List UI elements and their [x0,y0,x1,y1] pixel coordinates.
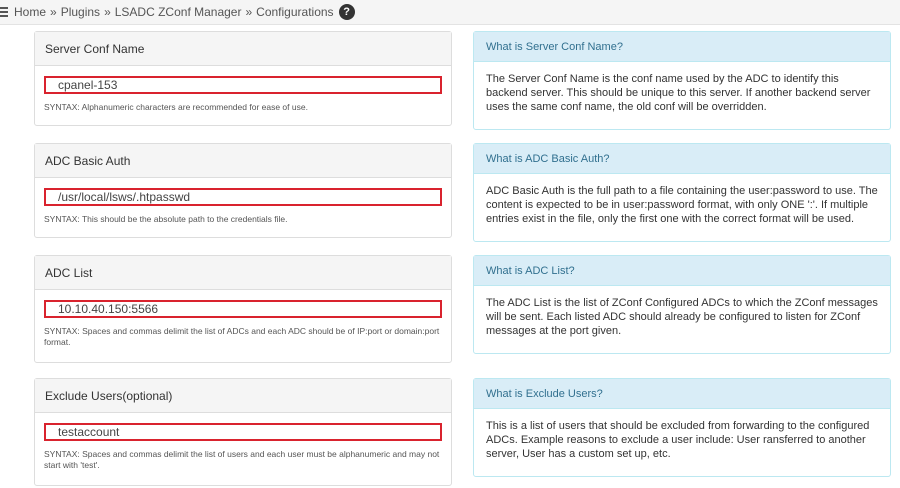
breadcrumb: Home » Plugins » LSADC ZConf Manager » C… [0,0,900,25]
breadcrumb-lsadc-zconf-manager[interactable]: LSADC ZConf Manager [115,5,242,19]
server-conf-name-panel: Server Conf Name cpanel-153 SYNTAX: Alph… [34,31,452,126]
adc-basic-auth-syntax: SYNTAX: This should be the absolute path… [44,214,288,224]
exclude-users-input[interactable]: testaccount [44,423,442,441]
exclude-users-panel: Exclude Users(optional) testaccount SYNT… [34,378,452,486]
breadcrumb-separator: » [50,5,57,19]
breadcrumb-plugins[interactable]: Plugins [61,5,100,19]
adc-list-help-panel: What is ADC List? The ADC List is the li… [473,255,891,354]
exclude-users-help-title: What is Exclude Users? [474,379,890,409]
server-conf-name-input[interactable]: cpanel-153 [44,76,442,94]
adc-basic-auth-input[interactable]: /usr/local/lsws/.htpasswd [44,188,442,206]
adc-basic-auth-label: ADC Basic Auth [35,144,451,178]
server-conf-name-syntax: SYNTAX: Alphanumeric characters are reco… [44,102,308,112]
exclude-users-label: Exclude Users(optional) [35,379,451,413]
adc-list-input[interactable]: 10.10.40.150:5566 [44,300,442,318]
adc-list-syntax: SYNTAX: Spaces and commas delimit the li… [44,326,440,347]
adc-basic-auth-help-title: What is ADC Basic Auth? [474,144,890,174]
breadcrumb-separator: » [245,5,253,19]
breadcrumb-home[interactable]: Home [14,5,46,19]
hamburger-menu-icon[interactable] [0,7,8,17]
exclude-users-syntax: SYNTAX: Spaces and commas delimit the li… [44,449,440,470]
adc-basic-auth-help-text: ADC Basic Auth is the full path to a fil… [486,185,878,225]
adc-list-panel: ADC List 10.10.40.150:5566 SYNTAX: Space… [34,255,452,363]
server-conf-name-help-panel: What is Server Conf Name? The Server Con… [473,31,891,130]
adc-basic-auth-help-panel: What is ADC Basic Auth? ADC Basic Auth i… [473,143,891,242]
breadcrumb-separator: » [104,5,111,19]
server-conf-name-help-text: The Server Conf Name is the conf name us… [486,73,871,113]
exclude-users-help-text: This is a list of users that should be e… [486,420,870,460]
server-conf-name-label: Server Conf Name [35,32,451,66]
question-circle-icon[interactable]: ? [338,4,355,20]
exclude-users-help-panel: What is Exclude Users? This is a list of… [473,378,891,477]
adc-list-label: ADC List [35,256,451,290]
adc-basic-auth-panel: ADC Basic Auth /usr/local/lsws/.htpasswd… [34,143,452,238]
server-conf-name-help-title: What is Server Conf Name? [474,32,890,62]
breadcrumb-configurations: Configurations [256,5,334,19]
adc-list-help-text: The ADC List is the list of ZConf Config… [486,297,878,337]
adc-list-help-title: What is ADC List? [474,256,890,286]
